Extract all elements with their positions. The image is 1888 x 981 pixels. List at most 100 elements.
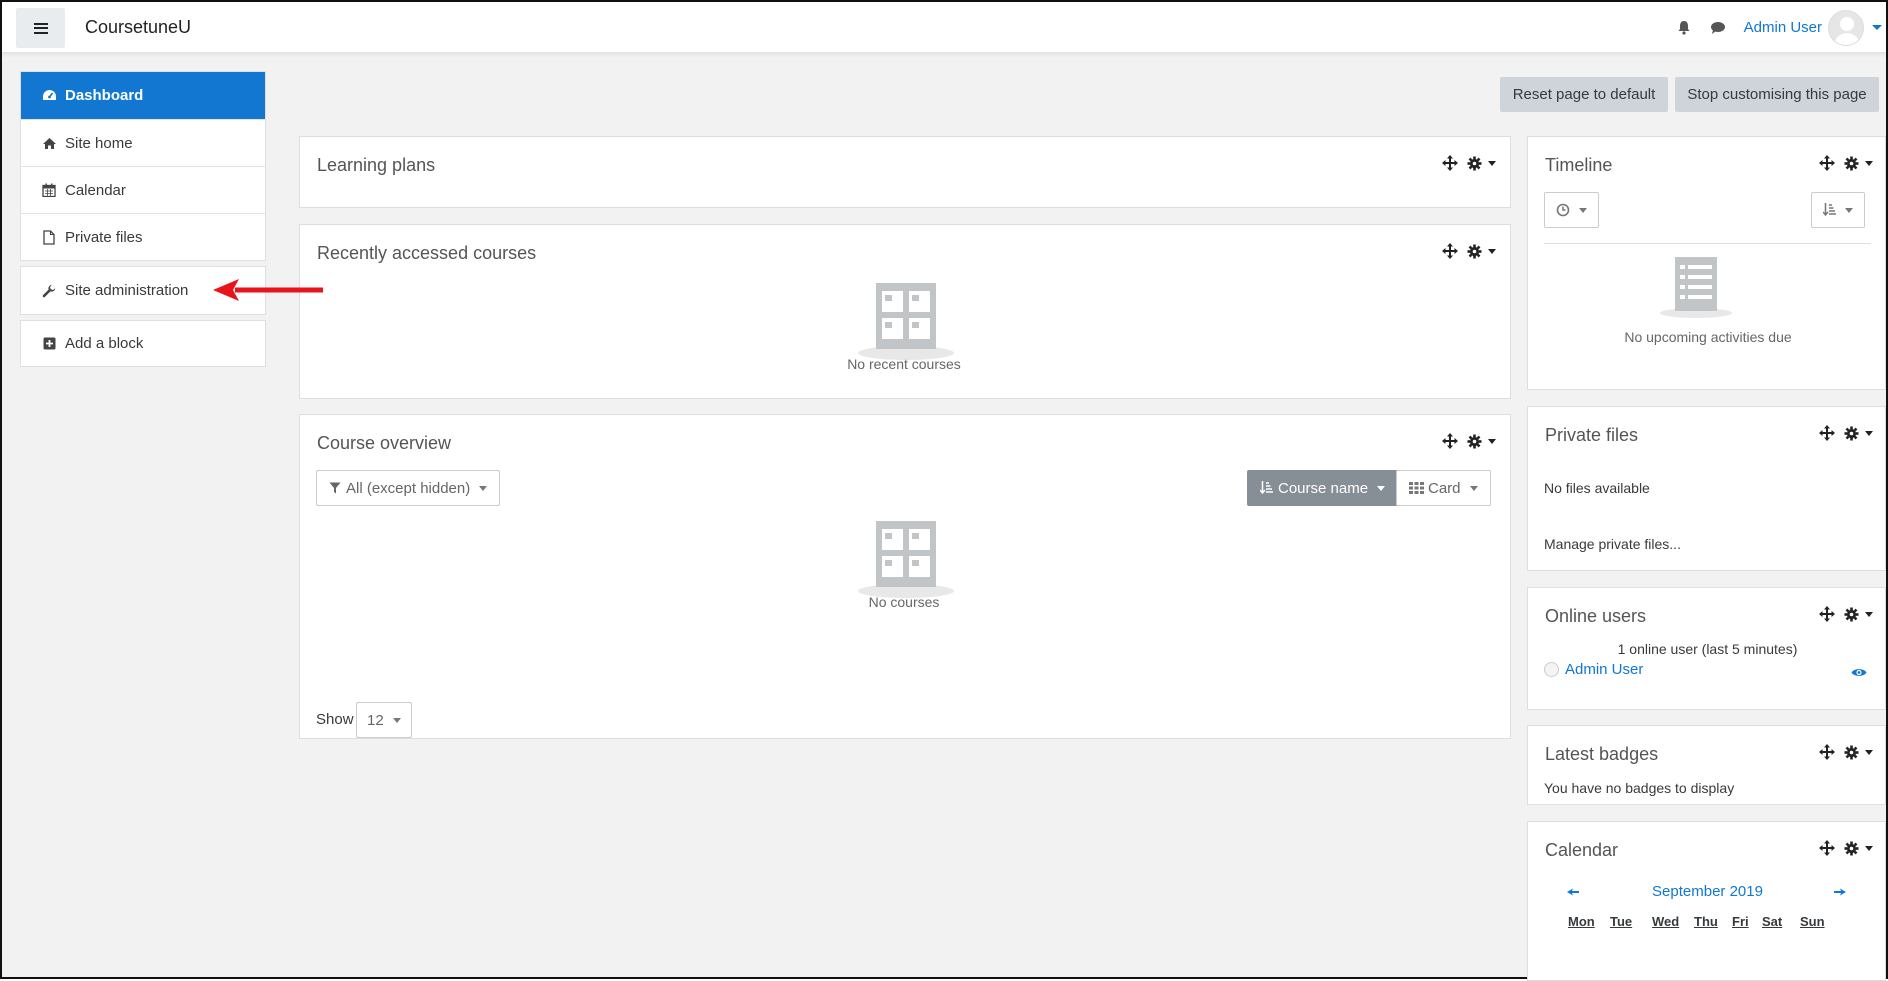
timeline-filter-dropdown[interactable] [1544, 192, 1599, 228]
site-name[interactable]: CoursetuneU [85, 17, 191, 38]
manage-private-files-link[interactable]: Manage private files... [1544, 536, 1681, 552]
stop-customising-button[interactable]: Stop customising this page [1675, 77, 1879, 112]
empty-courses-icon [858, 283, 954, 360]
block-title: Recently accessed courses [317, 243, 537, 263]
hamburger-icon [33, 22, 48, 34]
page-size-dropdown[interactable]: 12 [356, 702, 412, 738]
recent-courses-block: Recently accessed courses No recent cour… [299, 224, 1511, 399]
gear-icon[interactable] [1466, 433, 1482, 449]
calendar-icon [41, 182, 57, 198]
sort-icon [1823, 203, 1836, 217]
drawer-item-dashboard[interactable]: Dashboard [21, 72, 265, 119]
block-title: Latest badges [1545, 744, 1659, 764]
drawer-item-calendar[interactable]: Calendar [21, 166, 265, 213]
chevron-down-icon[interactable] [1865, 845, 1873, 851]
user-menu-name[interactable]: Admin User [1744, 19, 1822, 36]
gear-icon[interactable] [1843, 840, 1859, 856]
view-dropdown[interactable]: Card [1396, 470, 1491, 506]
user-menu-caret-icon[interactable] [1872, 25, 1882, 30]
timeline-sort-dropdown[interactable] [1811, 192, 1865, 228]
block-title: Course overview [317, 433, 452, 453]
weekday-label: Thu [1694, 914, 1718, 929]
show-label: Show [316, 711, 354, 728]
move-icon[interactable] [1819, 425, 1835, 441]
move-icon[interactable] [1819, 155, 1835, 171]
drawer-item-label: Dashboard [65, 87, 144, 104]
chevron-down-icon[interactable] [1865, 430, 1873, 436]
eye-icon[interactable] [1851, 667, 1867, 678]
online-user-link[interactable]: Admin User [1565, 661, 1643, 678]
chevron-down-icon[interactable] [1865, 749, 1873, 755]
plus-square-icon [41, 336, 57, 352]
empty-message: No courses [868, 594, 940, 610]
move-icon[interactable] [1819, 744, 1835, 760]
block-title: Calendar [1545, 840, 1619, 860]
drawer-item-private-files[interactable]: Private files [21, 213, 265, 260]
drawer-toggle-button[interactable] [16, 8, 65, 48]
chat-icon[interactable] [1710, 20, 1726, 36]
latest-badges-block: Latest badges You have no badges to disp… [1527, 725, 1886, 805]
drawer-item-site-home[interactable]: Site home [21, 119, 265, 166]
avatar[interactable] [1828, 9, 1864, 46]
user-avatar-icon [1544, 662, 1559, 677]
move-icon[interactable] [1442, 155, 1458, 171]
block-title: Timeline [1545, 155, 1613, 175]
learning-plans-block: Learning plans [299, 136, 1511, 208]
gear-icon[interactable] [1466, 243, 1482, 259]
next-month-icon[interactable] [1834, 888, 1846, 896]
file-icon [41, 229, 57, 245]
empty-message: No upcoming activities due [1624, 329, 1792, 345]
drawer-group-add-block: Add a block [20, 320, 266, 367]
annotation-arrow-icon [213, 279, 323, 301]
gear-icon[interactable] [1466, 155, 1482, 171]
wrench-icon [41, 283, 57, 299]
block-title: Learning plans [317, 155, 436, 175]
drawer-item-label: Private files [65, 228, 143, 246]
drawer-item-label: Site administration [65, 282, 189, 299]
sort-label: Course name [1278, 479, 1369, 497]
gear-icon[interactable] [1843, 425, 1859, 441]
chevron-down-icon[interactable] [1488, 248, 1496, 254]
move-icon[interactable] [1819, 840, 1835, 856]
block-tools [1434, 155, 1496, 171]
weekday-label: Tue [1610, 914, 1633, 929]
bell-icon[interactable] [1676, 20, 1692, 36]
move-icon[interactable] [1442, 243, 1458, 259]
gear-icon[interactable] [1843, 606, 1859, 622]
empty-courses-icon [858, 521, 954, 598]
main-region: Reset page to default Stop customising t… [284, 53, 1886, 981]
reset-page-button[interactable]: Reset page to default [1500, 77, 1668, 112]
sort-dropdown[interactable]: Course name [1247, 470, 1399, 506]
timeline-block: Timeline No upcoming activities due [1527, 136, 1886, 390]
gear-icon[interactable] [1843, 155, 1859, 171]
block-title: Private files [1545, 425, 1639, 445]
filter-dropdown[interactable]: All (except hidden) [316, 470, 501, 506]
drawer-item-label: Add a block [65, 335, 144, 352]
drawer-group-main: Dashboard Site home Calendar Private fil… [20, 71, 266, 261]
filter-label: All (except hidden) [346, 479, 471, 497]
chevron-down-icon[interactable] [1488, 438, 1496, 444]
online-summary: 1 online user (last 5 minutes) [1617, 641, 1798, 657]
chevron-down-icon[interactable] [1865, 611, 1873, 617]
online-user-row: Admin User [1544, 661, 1643, 678]
block-tools [1811, 425, 1873, 441]
user-nav: Admin User [1676, 2, 1886, 53]
online-users-block: Online users 1 online user (last 5 minut… [1527, 587, 1886, 710]
grid-icon [1409, 482, 1424, 494]
move-icon[interactable] [1819, 606, 1835, 622]
drawer-item-label: Site home [65, 134, 133, 152]
chevron-down-icon[interactable] [1865, 160, 1873, 166]
gear-icon[interactable] [1843, 744, 1859, 760]
filter-icon [329, 482, 341, 494]
drawer-item-add-block[interactable]: Add a block [21, 321, 265, 366]
move-icon[interactable] [1442, 433, 1458, 449]
course-overview-block: Course overview All (except hidden) Cour… [299, 414, 1511, 739]
calendar-weekday-row: Mon Tue Wed Thu Fri Sat Sun [1568, 914, 1830, 929]
top-navbar: CoursetuneU Admin User [2, 2, 1886, 53]
no-badges-text: You have no badges to display [1544, 780, 1735, 796]
chevron-down-icon[interactable] [1488, 160, 1496, 166]
weekday-label: Sat [1762, 914, 1783, 929]
empty-message: No recent courses [847, 356, 961, 372]
view-label: Card [1428, 479, 1461, 497]
block-tools [1811, 155, 1873, 171]
